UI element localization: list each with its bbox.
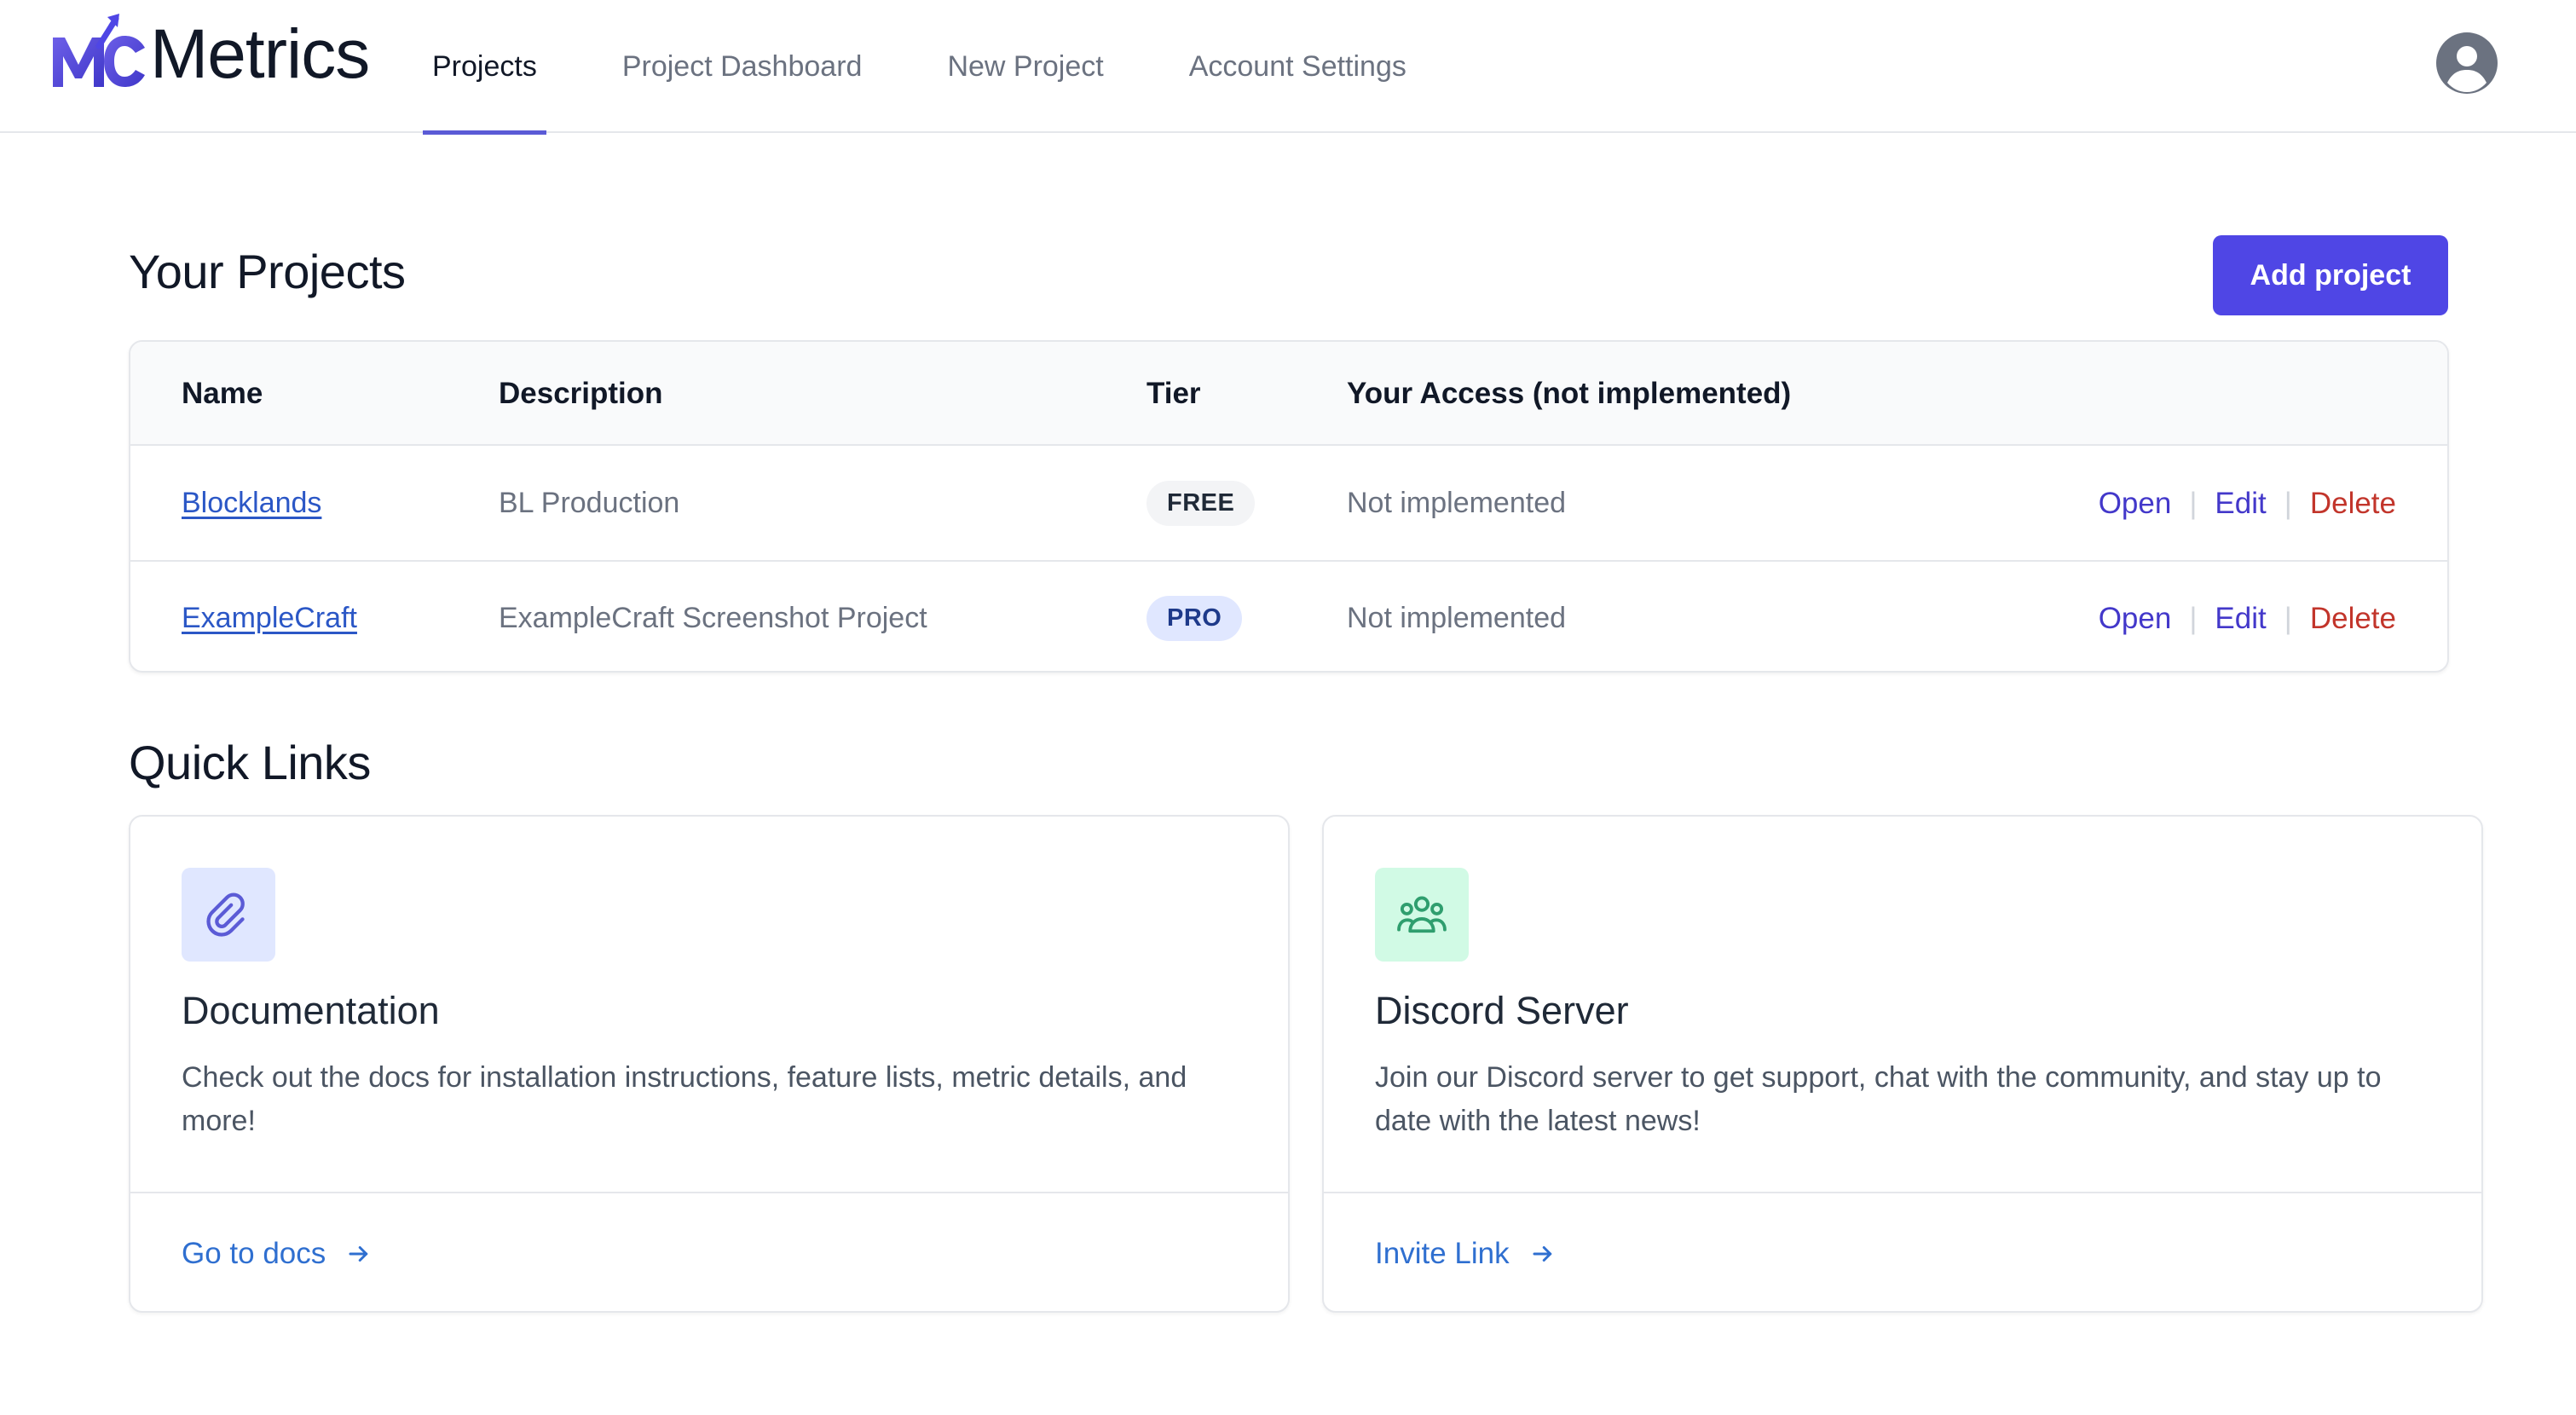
table-row: Blocklands BL Production FREE Not implem…	[130, 447, 2447, 560]
documentation-card: Documentation Check out the docs for ins…	[129, 815, 1290, 1313]
action-divider: |	[2189, 486, 2198, 520]
nav-project-dashboard[interactable]: Project Dashboard	[613, 0, 872, 133]
row-actions: Open | Edit | Delete	[2099, 562, 2396, 671]
delete-project-link[interactable]: Delete	[2310, 487, 2396, 521]
app-logo[interactable]: Metrics	[49, 12, 370, 97]
paperclip-icon	[182, 868, 275, 962]
nav-new-project[interactable]: New Project	[938, 0, 1112, 133]
discord-card: Discord Server Join our Discord server t…	[1322, 815, 2483, 1313]
card-description: Check out the docs for installation inst…	[182, 1061, 1187, 1137]
card-footer: Go to docs	[130, 1192, 1288, 1313]
projects-heading: Your Projects	[129, 245, 406, 298]
column-header-tier: Tier	[1146, 377, 1201, 410]
link-label: Go to docs	[182, 1237, 326, 1270]
tier-badge: FREE	[1146, 481, 1256, 526]
main-nav: Projects Project Dashboard New Project A…	[423, 0, 1482, 135]
card-title: Discord Server	[1375, 989, 1629, 1032]
edit-project-link[interactable]: Edit	[2215, 487, 2266, 521]
open-project-link[interactable]: Open	[2099, 602, 2172, 636]
column-header-description: Description	[499, 377, 663, 410]
action-divider: |	[2284, 601, 2292, 635]
table-row: ExampleCraft ExampleCraft Screenshot Pro…	[130, 560, 2447, 671]
arrow-right-icon	[346, 1241, 372, 1267]
column-header-access: Your Access (not implemented)	[1347, 377, 1792, 410]
project-description: BL Production	[499, 487, 680, 519]
projects-table: Name Description Tier Your Access (not i…	[129, 340, 2449, 673]
edit-project-link[interactable]: Edit	[2215, 602, 2266, 636]
logo-text: Metrics	[150, 15, 370, 93]
row-actions: Open | Edit | Delete	[2099, 447, 2396, 560]
arrow-right-icon	[1530, 1241, 1556, 1267]
card-footer: Invite Link	[1324, 1192, 2481, 1313]
open-project-link[interactable]: Open	[2099, 487, 2172, 521]
nav-projects[interactable]: Projects	[423, 0, 546, 135]
project-name-link[interactable]: ExampleCraft	[182, 602, 357, 635]
action-divider: |	[2189, 601, 2198, 635]
logo-mc-icon	[53, 14, 145, 87]
project-name-link[interactable]: Blocklands	[182, 487, 321, 520]
top-navbar: Metrics Projects Project Dashboard New P…	[0, 0, 2576, 135]
users-group-icon	[1375, 868, 1469, 962]
table-header: Name Description Tier Your Access (not i…	[130, 342, 2447, 446]
action-divider: |	[2284, 486, 2292, 520]
delete-project-link[interactable]: Delete	[2310, 602, 2396, 636]
user-circle-icon[interactable]	[2435, 32, 2498, 95]
quick-links-heading: Quick Links	[129, 736, 371, 789]
project-description: ExampleCraft Screenshot Project	[499, 602, 927, 634]
tier-badge: PRO	[1146, 596, 1243, 641]
add-project-button[interactable]: Add project	[2213, 235, 2448, 315]
invite-link[interactable]: Invite Link	[1375, 1193, 1556, 1314]
link-label: Invite Link	[1375, 1237, 1510, 1270]
project-access: Not implemented	[1347, 487, 1567, 519]
project-access: Not implemented	[1347, 602, 1567, 634]
go-to-docs-link[interactable]: Go to docs	[182, 1193, 372, 1314]
card-description: Join our Discord server to get support, …	[1375, 1061, 2382, 1137]
column-header-name: Name	[182, 377, 263, 410]
card-title: Documentation	[182, 989, 440, 1032]
nav-account-settings[interactable]: Account Settings	[1180, 0, 1416, 133]
